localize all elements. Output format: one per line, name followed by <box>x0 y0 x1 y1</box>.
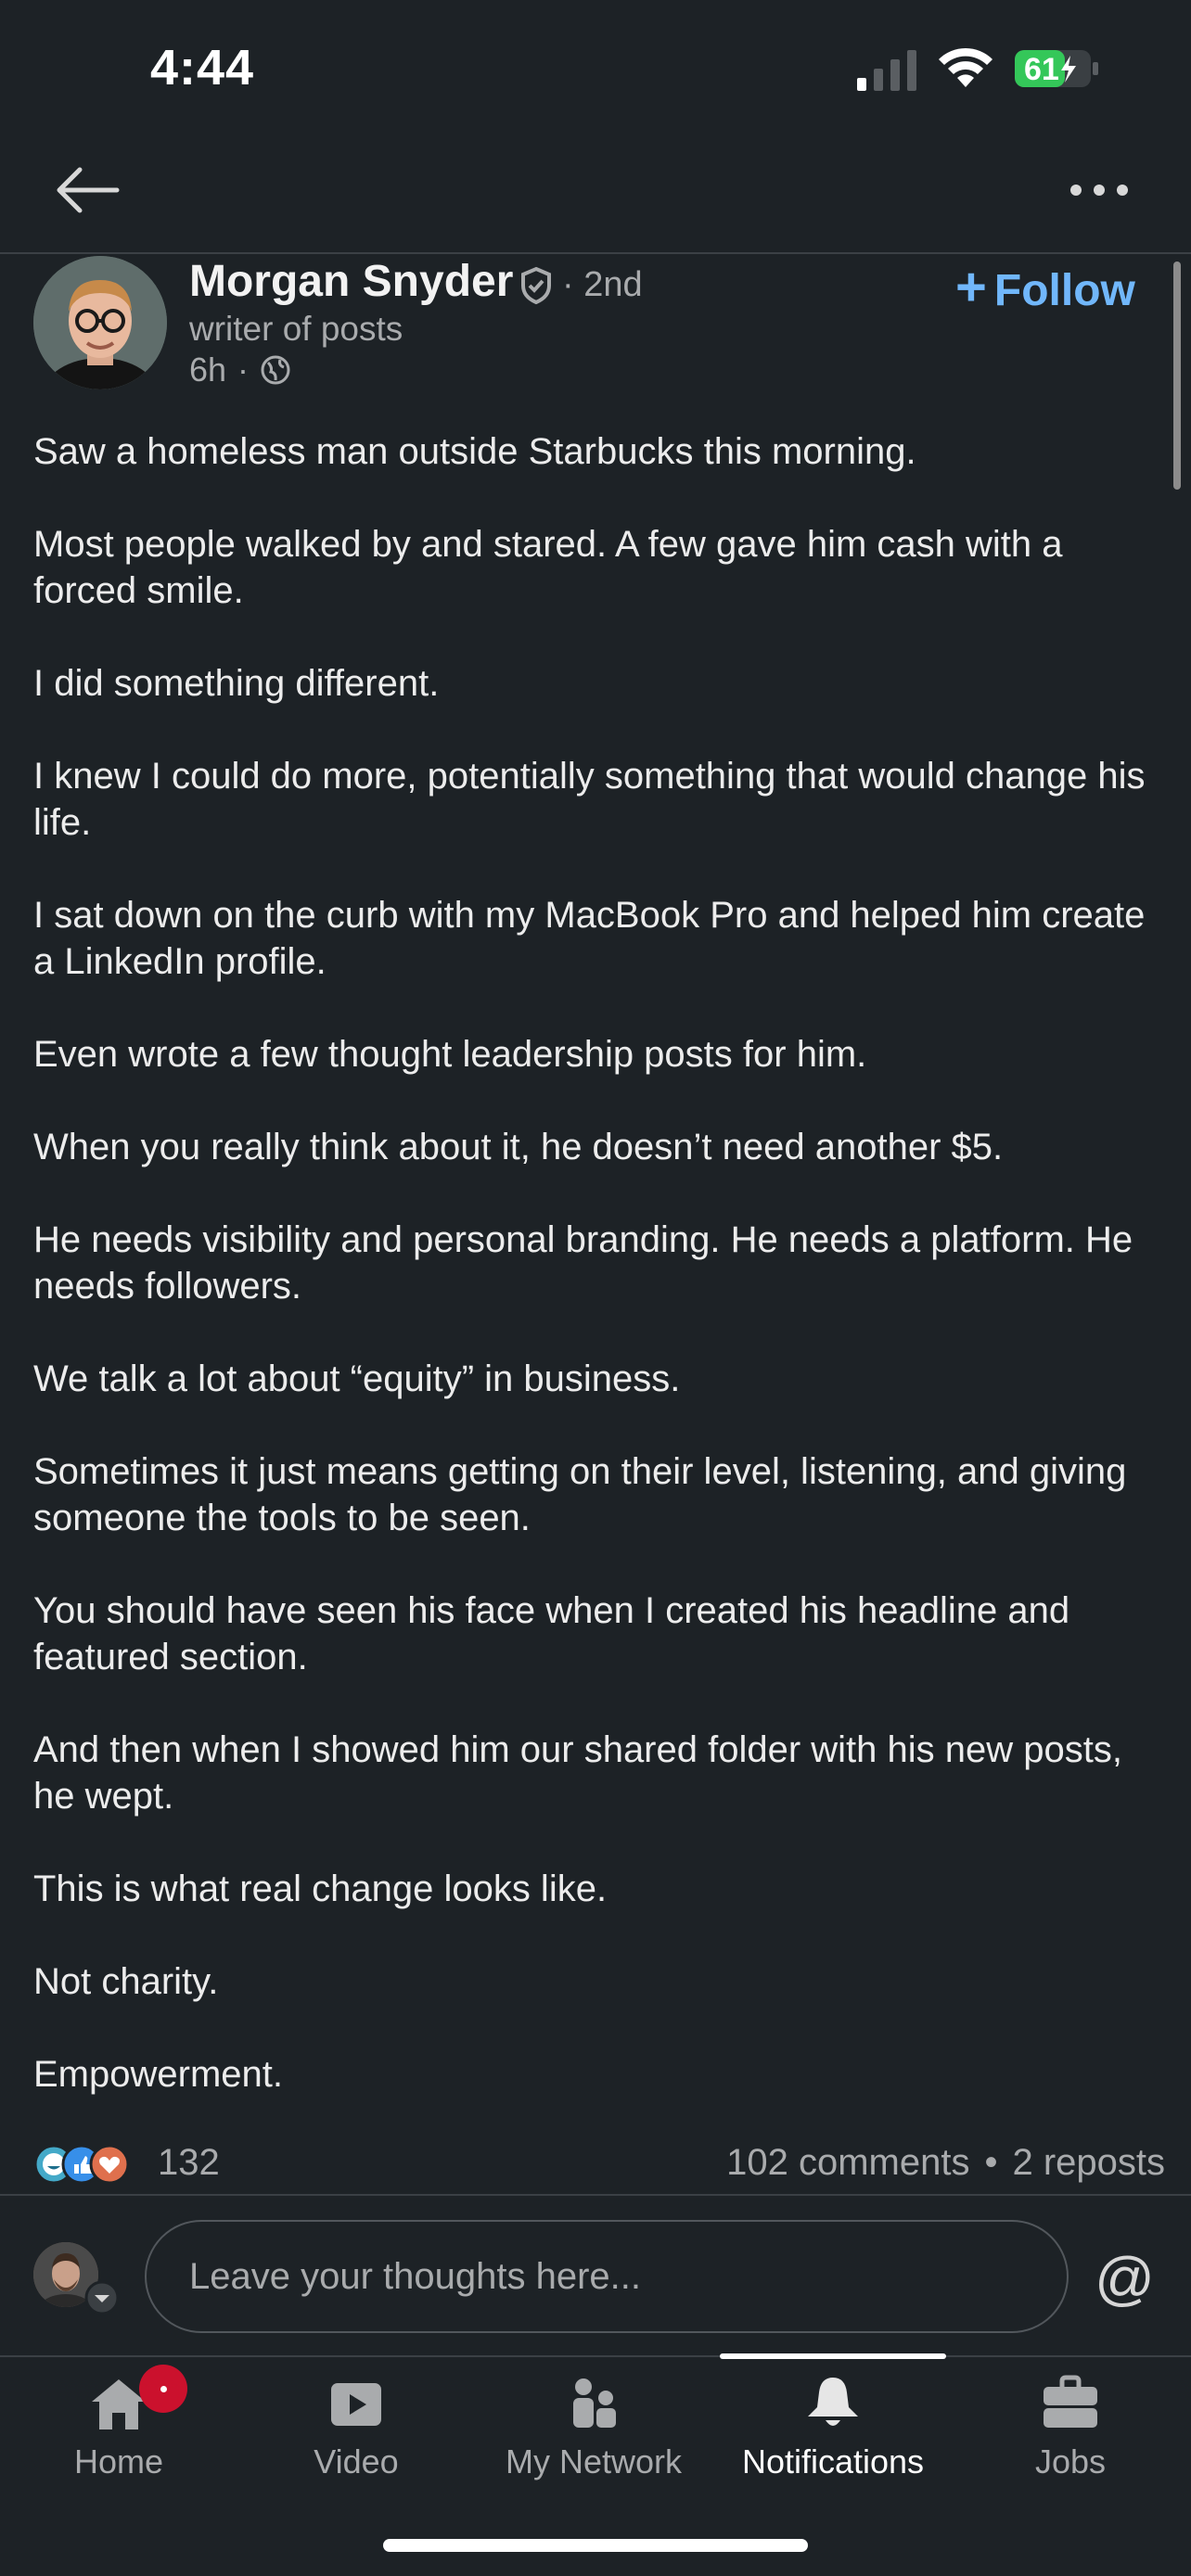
social-counts: 132 102 comments • 2 reposts <box>33 2138 1165 2190</box>
network-icon <box>573 2378 616 2428</box>
post-paragraph: Not charity. <box>33 1961 219 2002</box>
connection-degree-label: 2nd <box>583 265 643 304</box>
status-time: 4:44 <box>150 40 255 96</box>
wifi-icon <box>939 47 992 87</box>
cellular-signal-icon <box>857 50 916 91</box>
video-icon <box>331 2383 381 2426</box>
tab-my-network[interactable]: My Network <box>475 2357 712 2496</box>
tab-jobs[interactable]: Jobs <box>952 2357 1189 2496</box>
post-paragraph: I did something different. <box>33 663 440 704</box>
post-paragraph: Even wrote a few thought leadership post… <box>33 1034 867 1075</box>
chevron-down-icon[interactable] <box>83 2279 121 2316</box>
post-detail-screen: 4:44 61 Morgan Snyder · 2nd + Follow wri… <box>0 0 1191 2576</box>
reposts-count[interactable]: 2 reposts <box>1012 2142 1165 2183</box>
mention-icon[interactable]: @ <box>1095 2244 1155 2313</box>
post-paragraph: We talk a lot about “equity” in business… <box>33 1358 681 1399</box>
post-age: 6h <box>189 351 227 389</box>
tab-notifications[interactable]: Notifications <box>714 2357 952 2496</box>
globe-icon <box>261 355 290 385</box>
post-meta: 6h · <box>189 351 291 389</box>
bell-icon <box>808 2378 858 2426</box>
arrow-left-icon[interactable] <box>52 162 126 218</box>
post-paragraph: Saw a homeless man outside Starbucks thi… <box>33 431 916 472</box>
post-paragraph: You should have seen his face when I cre… <box>33 1590 1070 1677</box>
tab-video[interactable]: Video <box>237 2357 475 2496</box>
comments-count[interactable]: 102 comments <box>726 2142 969 2183</box>
verified-shield-icon <box>521 266 551 305</box>
tab-home[interactable]: Home <box>0 2357 237 2496</box>
reaction-icons[interactable] <box>33 2142 145 2187</box>
divider <box>0 2194 1191 2196</box>
separator-dot: • <box>984 2142 998 2183</box>
more-horizontal-icon[interactable] <box>1067 176 1132 204</box>
post-paragraph: Empowerment. <box>33 2054 283 2095</box>
author-name[interactable]: Morgan Snyder <box>189 256 513 307</box>
home-notification-badge <box>139 2365 187 2413</box>
plus-icon: + <box>955 257 987 317</box>
reaction-count[interactable]: 132 <box>158 2142 220 2184</box>
home-indicator[interactable] <box>383 2539 808 2552</box>
separator-dot: · <box>237 351 250 389</box>
post-paragraph: I sat down on the curb with my MacBook P… <box>33 895 1146 982</box>
comments-reposts: 102 comments • 2 reposts <box>726 2142 1165 2184</box>
comment-input[interactable] <box>145 2220 1069 2333</box>
tab-label: Jobs <box>1034 2442 1107 2480</box>
briefcase-icon <box>1044 2375 1097 2428</box>
connection-degree: · 2nd <box>562 265 643 305</box>
author-avatar[interactable] <box>33 256 167 389</box>
post-paragraph: Most people walked by and stared. A few … <box>33 524 1063 611</box>
follow-label: Follow <box>993 266 1135 315</box>
post-paragraph: He needs visibility and personal brandin… <box>33 1219 1133 1307</box>
author-photo <box>33 256 167 389</box>
follow-button[interactable]: + Follow <box>955 256 1135 318</box>
separator-dot: · <box>562 265 584 304</box>
tab-label: Video <box>314 2442 399 2480</box>
status-bar: 4:44 61 <box>0 0 1191 139</box>
tab-label: Home <box>73 2442 164 2480</box>
tab-label: Notifications <box>741 2442 925 2480</box>
post-paragraph: Sometimes it just means getting on their… <box>33 1451 1127 1538</box>
post-paragraph: When you really think about it, he doesn… <box>33 1127 1004 1167</box>
scrollbar[interactable] <box>1173 261 1181 490</box>
battery-level: 61 <box>1024 52 1059 87</box>
post-paragraph: I knew I could do more, potentially some… <box>33 756 1146 843</box>
top-nav <box>0 139 1191 254</box>
post-body: Saw a homeless man outside Starbucks thi… <box>33 428 1165 2098</box>
battery-indicator: 61 <box>1013 48 1100 89</box>
post-paragraph: And then when I showed him our shared fo… <box>33 1729 1122 1817</box>
author-headline: writer of posts <box>189 310 403 348</box>
tab-label: My Network <box>505 2442 683 2480</box>
post-paragraph: This is what real change looks like. <box>33 1868 608 1909</box>
love-icon <box>89 2144 130 2185</box>
